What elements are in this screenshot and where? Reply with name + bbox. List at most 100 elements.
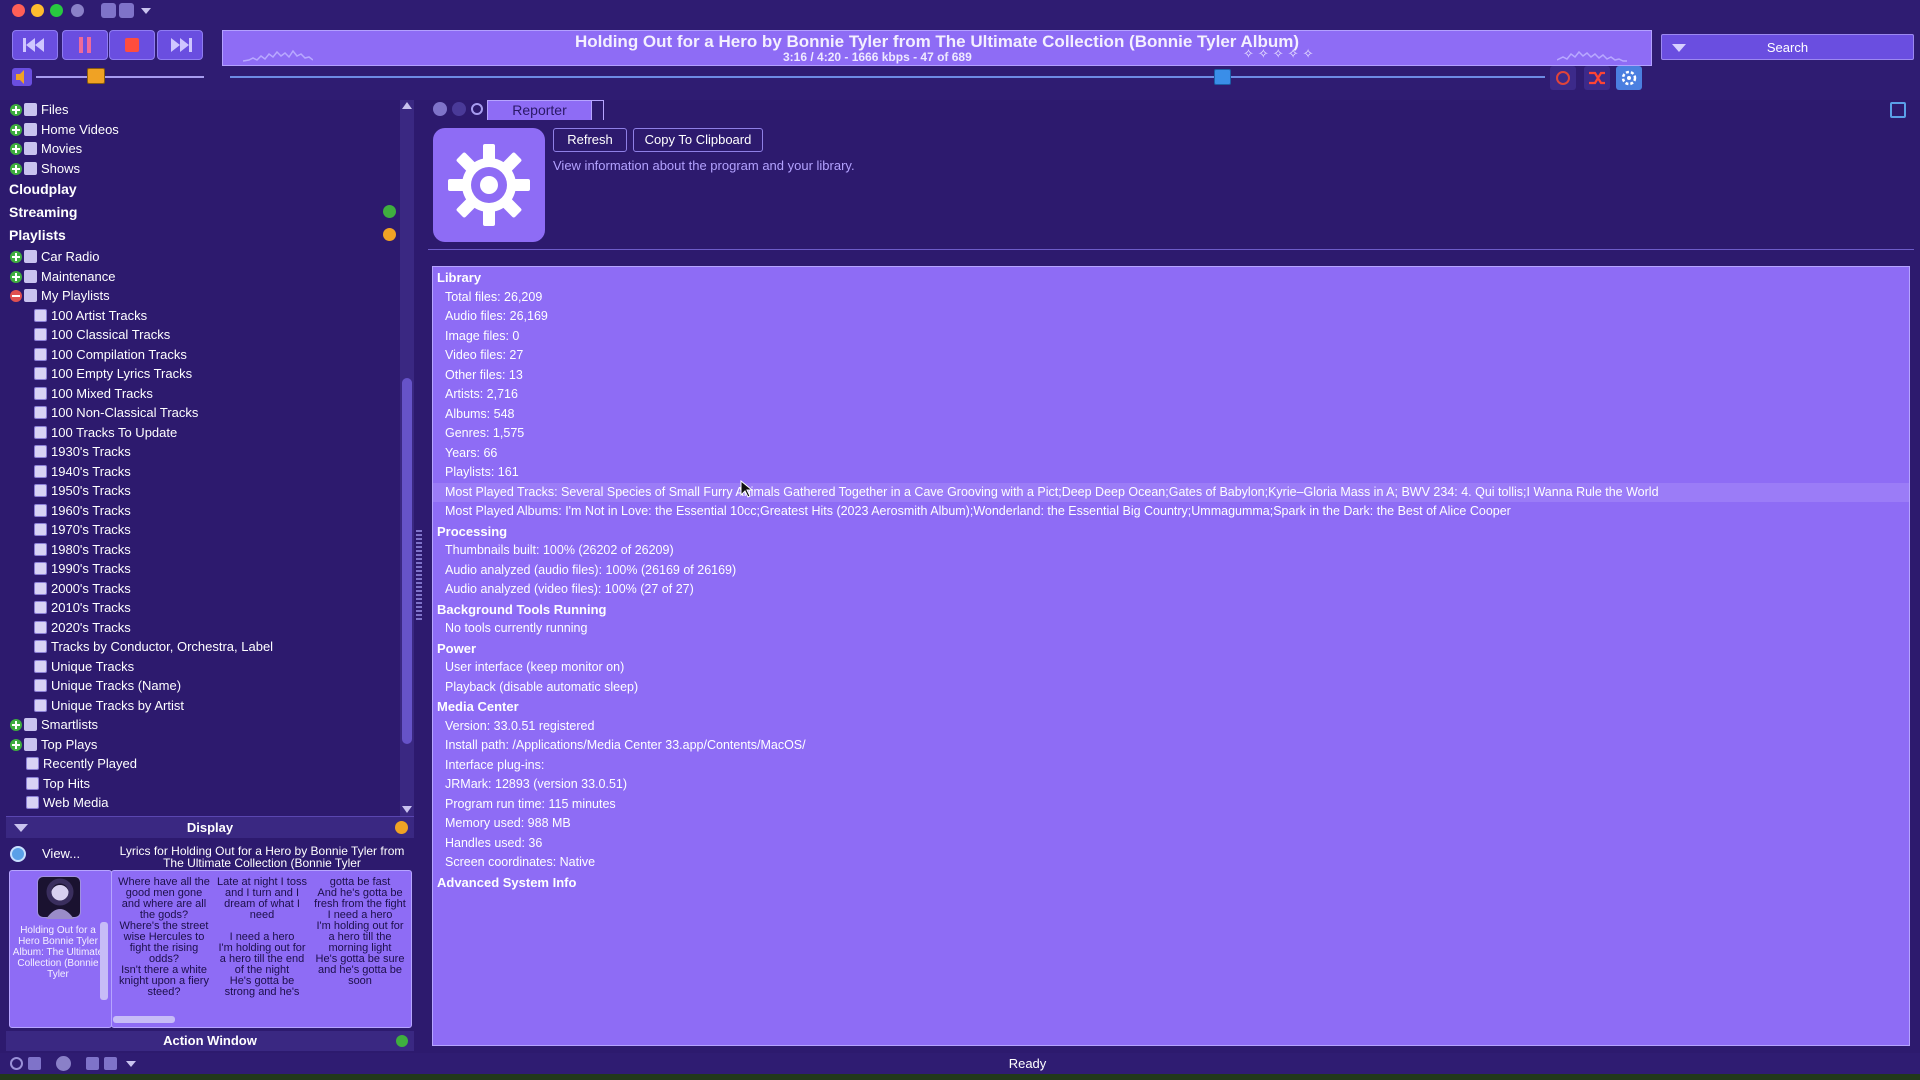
layout-icon[interactable] (101, 3, 116, 18)
playlist-item[interactable]: 1990's Tracks (34, 559, 131, 578)
display-pane-header[interactable]: Display (6, 816, 414, 838)
playlist-item[interactable]: 100 Artist Tracks (34, 306, 147, 325)
repeat-icon[interactable] (1550, 66, 1576, 90)
playlist-item[interactable]: 2000's Tracks (34, 579, 131, 598)
next-track-button[interactable] (157, 30, 203, 60)
status-refresh-icon[interactable] (10, 1057, 23, 1070)
now-playing-display[interactable]: Holding Out for a Hero by Bonnie Tyler f… (222, 30, 1652, 66)
tree-item[interactable]: Files (10, 100, 68, 119)
report-panel[interactable]: Library Total files: 26,209 Audio files: 2… (432, 266, 1910, 1046)
globe-icon[interactable] (71, 4, 84, 17)
view-menu-button[interactable]: View... (42, 846, 80, 861)
tab-blank[interactable] (592, 100, 604, 120)
seek-bar-track[interactable] (230, 76, 1545, 78)
tree-section-playlists[interactable]: Playlists (9, 224, 401, 246)
stop-button[interactable] (109, 30, 155, 60)
playlist-item[interactable]: 100 Non-Classical Tracks (34, 403, 198, 422)
expand-icon[interactable] (10, 719, 22, 731)
rating-stars[interactable]: ✧✧✧✧✧ (1243, 47, 1317, 62)
playlist-item[interactable]: 1940's Tracks (34, 462, 131, 481)
search-input[interactable]: Search (1661, 34, 1914, 60)
action-window-header[interactable]: Action Window (6, 1031, 414, 1051)
scroll-up-icon[interactable] (402, 102, 412, 109)
playlist-item[interactable]: Web Media (26, 793, 109, 812)
zoom-window-button[interactable] (50, 4, 63, 17)
tree-section-cloudplay[interactable]: Cloudplay (9, 178, 77, 200)
playlist-item[interactable]: 100 Classical Tracks (34, 325, 170, 344)
status-panel-icon[interactable] (86, 1057, 99, 1070)
tree-scrollbar-thumb[interactable] (402, 378, 412, 744)
playlist-item[interactable]: 2010's Tracks (34, 598, 131, 617)
chevron-down-icon[interactable] (141, 8, 151, 14)
playlist-item[interactable]: 1970's Tracks (34, 520, 131, 539)
expand-icon[interactable] (10, 162, 22, 175)
splitter-grip-icon[interactable] (416, 530, 422, 620)
tree-item[interactable]: Movies (10, 139, 82, 158)
playlist-item[interactable]: 100 Compilation Tracks (34, 345, 187, 364)
playlist-item[interactable]: 2020's Tracks (34, 618, 131, 637)
playlist-group[interactable]: Car Radio (10, 247, 100, 266)
expand-icon[interactable] (10, 251, 22, 263)
playlist-item[interactable]: 1950's Tracks (34, 481, 131, 500)
fullscreen-icon[interactable] (1890, 102, 1906, 118)
status-globe-icon[interactable] (56, 1056, 71, 1071)
playlist-item[interactable]: 100 Tracks To Update (34, 423, 177, 442)
tree-item-label: Tracks by Conductor, Orchestra, Label (51, 639, 274, 654)
tab-reporter[interactable]: Reporter (487, 100, 592, 120)
playlist-item[interactable]: Unique Tracks (Name) (34, 676, 181, 695)
status-layout-icon[interactable] (28, 1057, 41, 1070)
pause-button[interactable] (62, 30, 108, 60)
display-options-icon[interactable] (395, 821, 408, 834)
collapse-icon[interactable] (10, 290, 22, 302)
playlist-item[interactable]: 100 Mixed Tracks (34, 384, 153, 403)
playlist-item[interactable]: 1960's Tracks (34, 501, 131, 520)
action-window-add-icon[interactable] (396, 1035, 408, 1047)
playlist-item[interactable]: Unique Tracks by Artist (34, 696, 184, 715)
playlist-group[interactable]: Maintenance (10, 267, 115, 286)
copy-to-clipboard-button[interactable]: Copy To Clipboard (633, 128, 763, 152)
reload-icon[interactable] (471, 103, 483, 115)
view-globe-icon[interactable] (10, 846, 26, 862)
tree-section-streaming[interactable]: Streaming (9, 201, 401, 223)
back-icon[interactable] (433, 102, 447, 116)
seek-bar-handle[interactable] (1213, 69, 1231, 85)
expand-icon[interactable] (10, 104, 22, 116)
playlist-item[interactable]: Top Hits (26, 774, 90, 793)
playlist-group[interactable]: My Playlists (10, 286, 110, 305)
star-menu-icon[interactable] (119, 3, 134, 18)
close-window-button[interactable] (12, 4, 25, 17)
volume-slider-handle[interactable] (87, 68, 106, 84)
playlist-item[interactable]: Recently Played (26, 754, 137, 773)
add-streaming-icon[interactable] (383, 205, 396, 218)
refresh-button[interactable]: Refresh (553, 128, 627, 152)
playlist-item[interactable]: 1980's Tracks (34, 540, 131, 559)
tree-item[interactable]: Shows (10, 159, 80, 178)
shuffle-icon[interactable] (1584, 66, 1610, 90)
playlist-item[interactable]: 100 Empty Lyrics Tracks (34, 364, 192, 383)
minimize-window-button[interactable] (31, 4, 44, 17)
collapse-playlists-icon[interactable] (383, 228, 396, 241)
status-star-icon[interactable] (104, 1057, 117, 1070)
playlist-group[interactable]: Top Plays (10, 735, 97, 754)
lyrics-panel[interactable]: Where have all the good men gone and whe… (111, 870, 412, 1028)
expand-icon[interactable] (10, 738, 22, 751)
previous-track-button[interactable] (12, 30, 58, 60)
cover-scrollbar-thumb[interactable] (100, 922, 108, 1000)
playlist-item[interactable]: 1930's Tracks (34, 442, 131, 461)
playlist-group[interactable]: Smartlists (10, 715, 98, 734)
expand-icon[interactable] (10, 123, 22, 136)
expand-icon[interactable] (10, 270, 22, 283)
lyrics-scrollbar-thumb[interactable] (113, 1016, 175, 1023)
playlist-item[interactable]: Tracks by Conductor, Orchestra, Label (34, 637, 273, 656)
speaker-icon[interactable] (12, 68, 32, 86)
forward-icon[interactable] (452, 102, 466, 116)
volume-slider-track[interactable] (36, 76, 204, 78)
status-chevron-down-icon[interactable] (126, 1061, 136, 1067)
expand-icon[interactable] (10, 143, 22, 155)
album-art-thumbnail[interactable] (37, 876, 81, 919)
playlist-item[interactable]: Unique Tracks (34, 657, 134, 676)
scroll-down-icon[interactable] (402, 806, 412, 813)
settings-gear-icon[interactable] (1616, 66, 1642, 90)
report-section-heading: Power (437, 640, 477, 656)
tree-item[interactable]: Home Videos (10, 120, 119, 139)
